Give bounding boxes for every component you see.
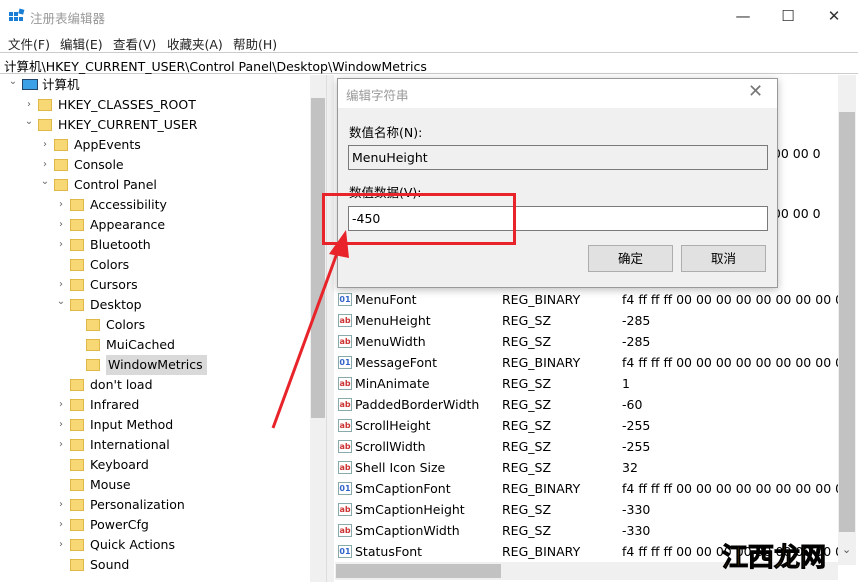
annotation-arrow [271,230,349,429]
watermark-logo: 江西龙网 [721,543,827,574]
